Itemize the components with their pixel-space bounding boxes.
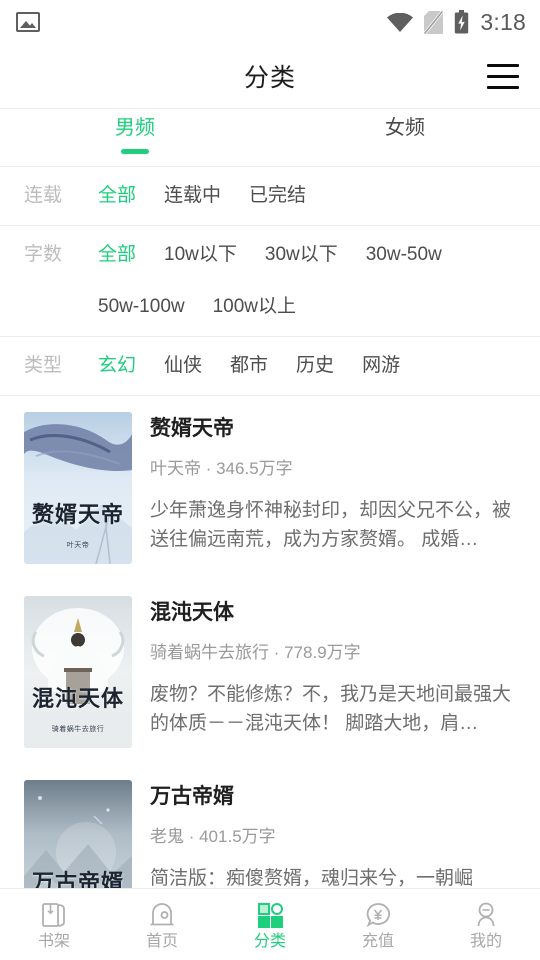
home-icon [147, 900, 177, 930]
book-info: 赘婿天帝 叶天帝 · 346.5万字 少年萧逸身怀神秘封印，却因父兄不公，被送往… [132, 412, 522, 564]
filter-option-wordcount-50w-100w[interactable]: 50w-100w [98, 292, 201, 322]
filter-option-genre-xianxia[interactable]: 仙侠 [164, 351, 218, 381]
photo-icon [16, 12, 40, 32]
book-title: 混沌天体 [150, 601, 234, 624]
menu-line-3 [487, 85, 519, 89]
status-bar-clock: 3:18 [480, 8, 526, 35]
filter-option-serialization-all[interactable]: 全部 [98, 181, 152, 211]
tab-male-channel[interactable]: 男频 [0, 109, 270, 166]
filter-label-genre: 类型 [24, 355, 63, 376]
book-meta: 老鬼 · 401.5万字 [150, 827, 276, 847]
status-bar-left [16, 12, 40, 32]
filter-row-serialization: 连载 全部 连载中 已完结 [0, 167, 540, 225]
book-info: 混沌天体 骑着蜗牛去旅行 · 778.9万字 废物？不能修炼？不，我乃是天地间最… [132, 596, 522, 748]
book-cover: 赘婿天帝 叶天帝 [24, 412, 132, 564]
book-cover-title: 混沌天体 [31, 686, 124, 713]
menu-line-1 [487, 63, 519, 67]
book-cover-title: 赘婿天帝 [31, 502, 124, 529]
filter-option-wordcount-all[interactable]: 全部 [98, 240, 152, 270]
nav-item-home[interactable]: 首页 [108, 889, 216, 960]
status-bar: 3:18 [0, 0, 540, 44]
nav-item-bookshelf-label: 书架 [37, 932, 70, 950]
filter-option-genre-xuanhuan[interactable]: 玄幻 [98, 351, 152, 381]
filter-option-serialization-ongoing[interactable]: 连载中 [164, 181, 237, 211]
book-list-item[interactable]: 万古帝婿 老鬼 出品 万古帝婿 老鬼 · 401.5万字 简洁版：痴傻赘婿，魂归… [0, 764, 540, 888]
nav-item-home-label: 首页 [145, 932, 178, 950]
filter-option-serialization-completed[interactable]: 已完结 [249, 181, 322, 211]
book-title: 赘婿天帝 [150, 417, 234, 440]
book-description: 少年萧逸身怀神秘封印，却因父兄不公，被送往偏远南荒，成为方家赘婿。 成婚… [150, 499, 512, 551]
filter-label-serialization: 连载 [24, 185, 63, 206]
book-cover-title: 万古帝婿 [31, 870, 124, 888]
nav-item-profile[interactable]: 我的 [432, 889, 540, 960]
book-description: 简洁版：痴傻赘婿，魂归来兮，一朝崛 [150, 867, 474, 888]
no-sim-icon [424, 10, 444, 34]
book-list-item[interactable]: 赘婿天帝 叶天帝 赘婿天帝 叶天帝 · 346.5万字 少年萧逸身怀神秘封印，却… [0, 396, 540, 580]
book-meta: 骑着蜗牛去旅行 · 778.9万字 [150, 643, 361, 663]
book-meta: 叶天帝 · 346.5万字 [150, 459, 293, 479]
profile-person-icon [471, 900, 501, 930]
filter-option-wordcount-30w-50w[interactable]: 30w-50w [366, 240, 458, 270]
filter-options-serialization: 全部 连载中 已完结 [98, 181, 540, 211]
book-cover: 万古帝婿 老鬼 出品 [24, 780, 132, 888]
book-cover: 混沌天体 骑着蜗牛去旅行 [24, 596, 132, 748]
filter-group-wordcount: 字数 全部 10w以下 30w以下 30w-50w 50w-100w 100w以… [0, 226, 540, 336]
tab-male-channel-label: 男频 [115, 117, 155, 139]
tab-female-channel-label: 女频 [385, 117, 425, 139]
filter-options-wordcount: 全部 10w以下 30w以下 30w-50w 50w-100w 100w以上 [98, 240, 540, 322]
menu-line-2 [487, 74, 519, 78]
filter-option-wordcount-under30w[interactable]: 30w以下 [265, 240, 354, 270]
book-description: 废物？不能修炼？不，我乃是天地间最强大的体质－－混沌天体！ 脚踏大地，肩… [150, 683, 512, 735]
filter-row-genre: 类型 玄幻 仙侠 都市 历史 网游 [0, 337, 540, 395]
filter-option-wordcount-under10w[interactable]: 10w以下 [164, 240, 253, 270]
filter-group-genre: 类型 玄幻 仙侠 都市 历史 网游 [0, 337, 540, 395]
nav-item-categories-label: 分类 [253, 932, 286, 950]
filter-option-genre-urban[interactable]: 都市 [230, 351, 284, 381]
book-list[interactable]: 赘婿天帝 叶天帝 赘婿天帝 叶天帝 · 346.5万字 少年萧逸身怀神秘封印，却… [0, 396, 540, 888]
page-title: 分类 [243, 64, 296, 92]
recharge-yuan-icon [363, 900, 393, 930]
nav-item-categories[interactable]: 分类 [216, 889, 324, 960]
book-list-item[interactable]: 混沌天体 骑着蜗牛去旅行 混沌天体 骑着蜗牛去旅行 · 778.9万字 废物？不… [0, 580, 540, 764]
channel-tabs: 男频 女频 [0, 109, 540, 166]
app-bar: 分类 [0, 44, 540, 108]
battery-charging-icon [454, 10, 469, 34]
bottom-navigation: 书架 首页 分类 充值 我的 [0, 888, 540, 960]
book-title: 万古帝婿 [150, 785, 234, 808]
filter-option-genre-history[interactable]: 历史 [296, 351, 350, 381]
nav-item-recharge-label: 充值 [361, 932, 394, 950]
filter-row-wordcount: 字数 全部 10w以下 30w以下 30w-50w 50w-100w 100w以… [0, 226, 540, 336]
filter-label-wordcount: 字数 [24, 244, 63, 265]
filter-options-genre: 玄幻 仙侠 都市 历史 网游 [98, 351, 540, 381]
hamburger-menu-icon[interactable] [480, 56, 526, 96]
tab-female-channel[interactable]: 女频 [270, 109, 540, 166]
nav-item-recharge[interactable]: 充值 [324, 889, 432, 960]
nav-item-bookshelf[interactable]: 书架 [0, 889, 108, 960]
status-bar-right: 3:18 [387, 10, 526, 34]
nav-item-profile-label: 我的 [469, 932, 502, 950]
filter-group-serialization: 连载 全部 连载中 已完结 [0, 167, 540, 225]
app-screen: 3:18 分类 男频 女频 连载 全部 连载中 已完结 字数 全部 10w以下 … [0, 0, 540, 960]
grid-categories-icon [255, 900, 285, 930]
wifi-icon [387, 12, 414, 32]
book-cover-author: 叶天帝 [66, 542, 90, 549]
tab-inactive-indicator [391, 149, 419, 154]
book-info: 万古帝婿 老鬼 · 401.5万字 简洁版：痴傻赘婿，魂归来兮，一朝崛 [132, 780, 522, 888]
filter-option-wordcount-over100w[interactable]: 100w以上 [213, 292, 312, 322]
book-cover-author: 骑着蜗牛去旅行 [51, 726, 105, 733]
tab-active-indicator [121, 149, 149, 154]
filter-option-genre-gaming[interactable]: 网游 [362, 351, 416, 381]
bookshelf-icon [39, 900, 69, 930]
